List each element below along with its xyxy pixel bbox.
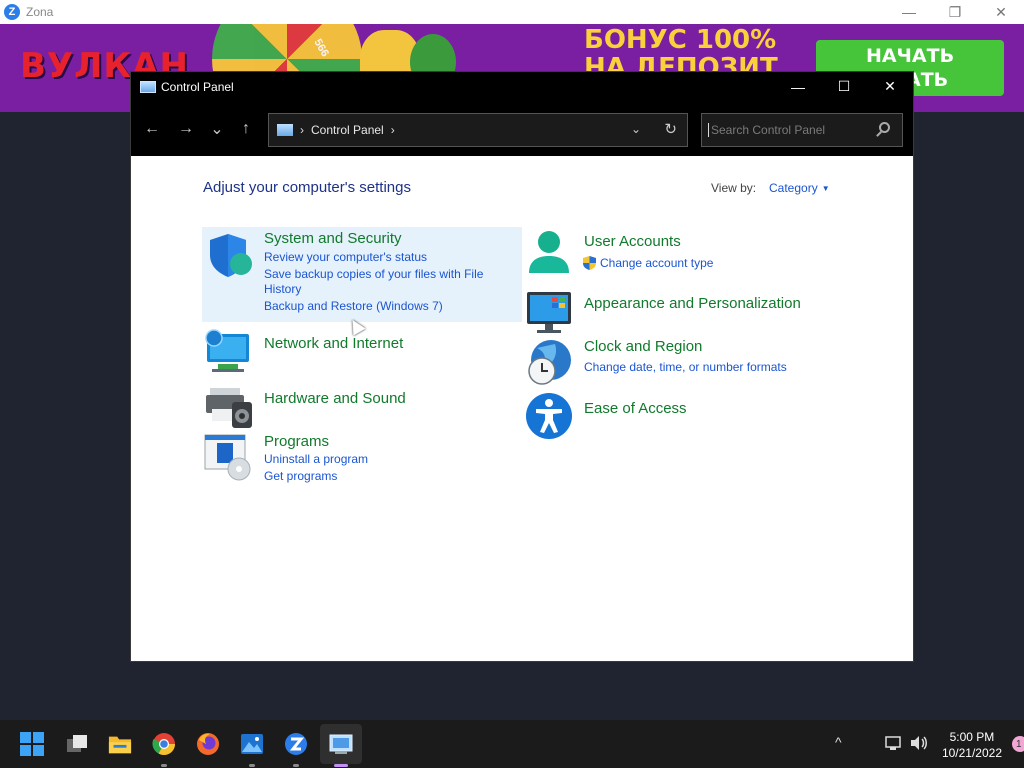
- photos-icon[interactable]: [240, 732, 264, 756]
- zona-titlebar: Z Zona — ❐ ✕: [0, 0, 1024, 24]
- category-title[interactable]: Clock and Region: [584, 338, 702, 355]
- category-network-internet[interactable]: Network and Internet: [202, 324, 522, 376]
- zona-minimize-button[interactable]: —: [886, 0, 932, 24]
- link-change-account-type[interactable]: Change account type: [600, 256, 713, 271]
- link-review-status[interactable]: Review your computer's status: [264, 250, 427, 265]
- minimize-button[interactable]: —: [775, 72, 821, 101]
- appearance-monitor-icon: [527, 292, 571, 333]
- breadcrumb-control-panel[interactable]: Control Panel: [311, 123, 384, 137]
- up-arrow-icon[interactable]: ↑: [232, 115, 260, 143]
- clock-time: 5:00 PM: [949, 730, 995, 744]
- search-icon[interactable]: [879, 122, 890, 133]
- taskbar: ^ 5:00 PM 10/21/2022 1: [0, 720, 1024, 768]
- banner-bonus-line: БОНУС 100%: [584, 25, 777, 55]
- programs-icon: [204, 434, 251, 481]
- zona-maximize-button[interactable]: ❐: [932, 0, 978, 24]
- category-ease-of-access[interactable]: Ease of Access: [523, 391, 843, 441]
- zona-window-controls: — ❐ ✕: [886, 0, 1024, 24]
- notification-badge[interactable]: 1: [1012, 736, 1024, 752]
- window-titlebar: Control Panel — ☐ ✕: [131, 72, 913, 101]
- network-globe-icon: [205, 329, 249, 372]
- category-system-security[interactable]: System and Security Review your computer…: [202, 227, 522, 322]
- view-by-label: View by:: [711, 181, 757, 195]
- shield-icon: [210, 234, 252, 277]
- address-dropdown-icon[interactable]: ⌄: [631, 122, 641, 136]
- category-title[interactable]: Hardware and Sound: [264, 390, 406, 407]
- network-icon[interactable]: [885, 735, 903, 754]
- category-title[interactable]: Programs: [264, 433, 329, 450]
- category-title[interactable]: System and Security: [264, 230, 402, 247]
- active-app-indicator: [334, 764, 348, 767]
- running-indicator: [293, 764, 299, 767]
- page-heading: Adjust your computer's settings: [203, 179, 411, 196]
- uac-shield-icon: [583, 256, 596, 270]
- link-uninstall-program[interactable]: Uninstall a program: [264, 452, 368, 467]
- task-view-icon[interactable]: [65, 732, 89, 756]
- link-change-date-time[interactable]: Change date, time, or number formats: [584, 360, 787, 375]
- banner-button-line: НАЧАТЬ: [865, 45, 955, 67]
- control-panel-taskbar-icon[interactable]: [329, 732, 353, 756]
- ease-of-access-icon: [526, 393, 572, 439]
- maximize-button[interactable]: ☐: [821, 72, 867, 101]
- link-file-history[interactable]: Save backup copies of your files with Fi…: [264, 267, 483, 282]
- control-panel-icon: [140, 80, 156, 93]
- tray-chevron-icon[interactable]: ^: [835, 734, 842, 750]
- address-bar[interactable]: › Control Panel › ⌄ ↻: [268, 113, 688, 147]
- window-controls: — ☐ ✕: [775, 72, 913, 101]
- running-indicator: [249, 764, 255, 767]
- category-title[interactable]: Network and Internet: [264, 335, 403, 352]
- system-clock[interactable]: 5:00 PM 10/21/2022: [942, 729, 1002, 761]
- user-accounts-icon: [529, 231, 569, 273]
- running-indicator: [161, 764, 167, 767]
- category-user-accounts[interactable]: User Accounts Change account type: [523, 227, 843, 282]
- firefox-icon[interactable]: [196, 732, 220, 756]
- category-title[interactable]: Ease of Access: [584, 400, 687, 417]
- search-input[interactable]: [708, 123, 868, 137]
- close-button[interactable]: ✕: [867, 72, 913, 101]
- view-by-dropdown[interactable]: Category ▼: [769, 181, 830, 195]
- printer-speaker-icon: [206, 388, 252, 428]
- control-panel-window: Control Panel — ☐ ✕ ← → ⌄ ↑ › Control Pa…: [130, 71, 914, 662]
- back-arrow-icon[interactable]: ←: [138, 115, 166, 143]
- zona-title: Zona: [26, 5, 54, 19]
- forward-arrow-icon[interactable]: →: [172, 115, 200, 143]
- content-area: Adjust your computer's settings View by:…: [131, 156, 913, 661]
- clock-date: 10/21/2022: [941, 746, 1002, 760]
- category-title[interactable]: User Accounts: [584, 233, 681, 250]
- category-appearance[interactable]: Appearance and Personalization: [523, 286, 843, 334]
- search-box[interactable]: [701, 113, 903, 147]
- zona-app-icon[interactable]: [284, 732, 308, 756]
- view-by-value: Category: [769, 181, 818, 195]
- category-title[interactable]: Appearance and Personalization: [584, 295, 801, 312]
- zona-app-icon: Z: [4, 4, 20, 20]
- recent-locations-chevron-icon[interactable]: ⌄: [203, 115, 231, 143]
- category-programs[interactable]: Programs Uninstall a program Get program…: [202, 431, 522, 491]
- link-get-programs[interactable]: Get programs: [264, 469, 337, 484]
- file-explorer-icon[interactable]: [108, 732, 132, 756]
- dropdown-caret-icon: ▼: [821, 184, 830, 193]
- category-hardware-sound[interactable]: Hardware and Sound: [202, 380, 522, 430]
- window-title: Control Panel: [161, 79, 234, 94]
- link-backup-restore[interactable]: Backup and Restore (Windows 7): [264, 299, 443, 314]
- volume-icon[interactable]: [910, 735, 928, 754]
- refresh-icon[interactable]: ↻: [664, 120, 677, 138]
- link-file-history-cont[interactable]: History: [264, 282, 301, 297]
- start-windows-icon[interactable]: [20, 732, 44, 756]
- category-clock-region[interactable]: Clock and Region Change date, time, or n…: [523, 336, 843, 388]
- clock-globe-icon: [528, 340, 571, 385]
- chrome-icon[interactable]: [152, 732, 176, 756]
- breadcrumb-separator[interactable]: ›: [300, 123, 304, 137]
- breadcrumb-separator[interactable]: ›: [391, 123, 395, 137]
- banner-wheel-number: 566: [311, 37, 331, 59]
- control-panel-icon: [277, 124, 293, 136]
- zona-close-button[interactable]: ✕: [978, 0, 1024, 24]
